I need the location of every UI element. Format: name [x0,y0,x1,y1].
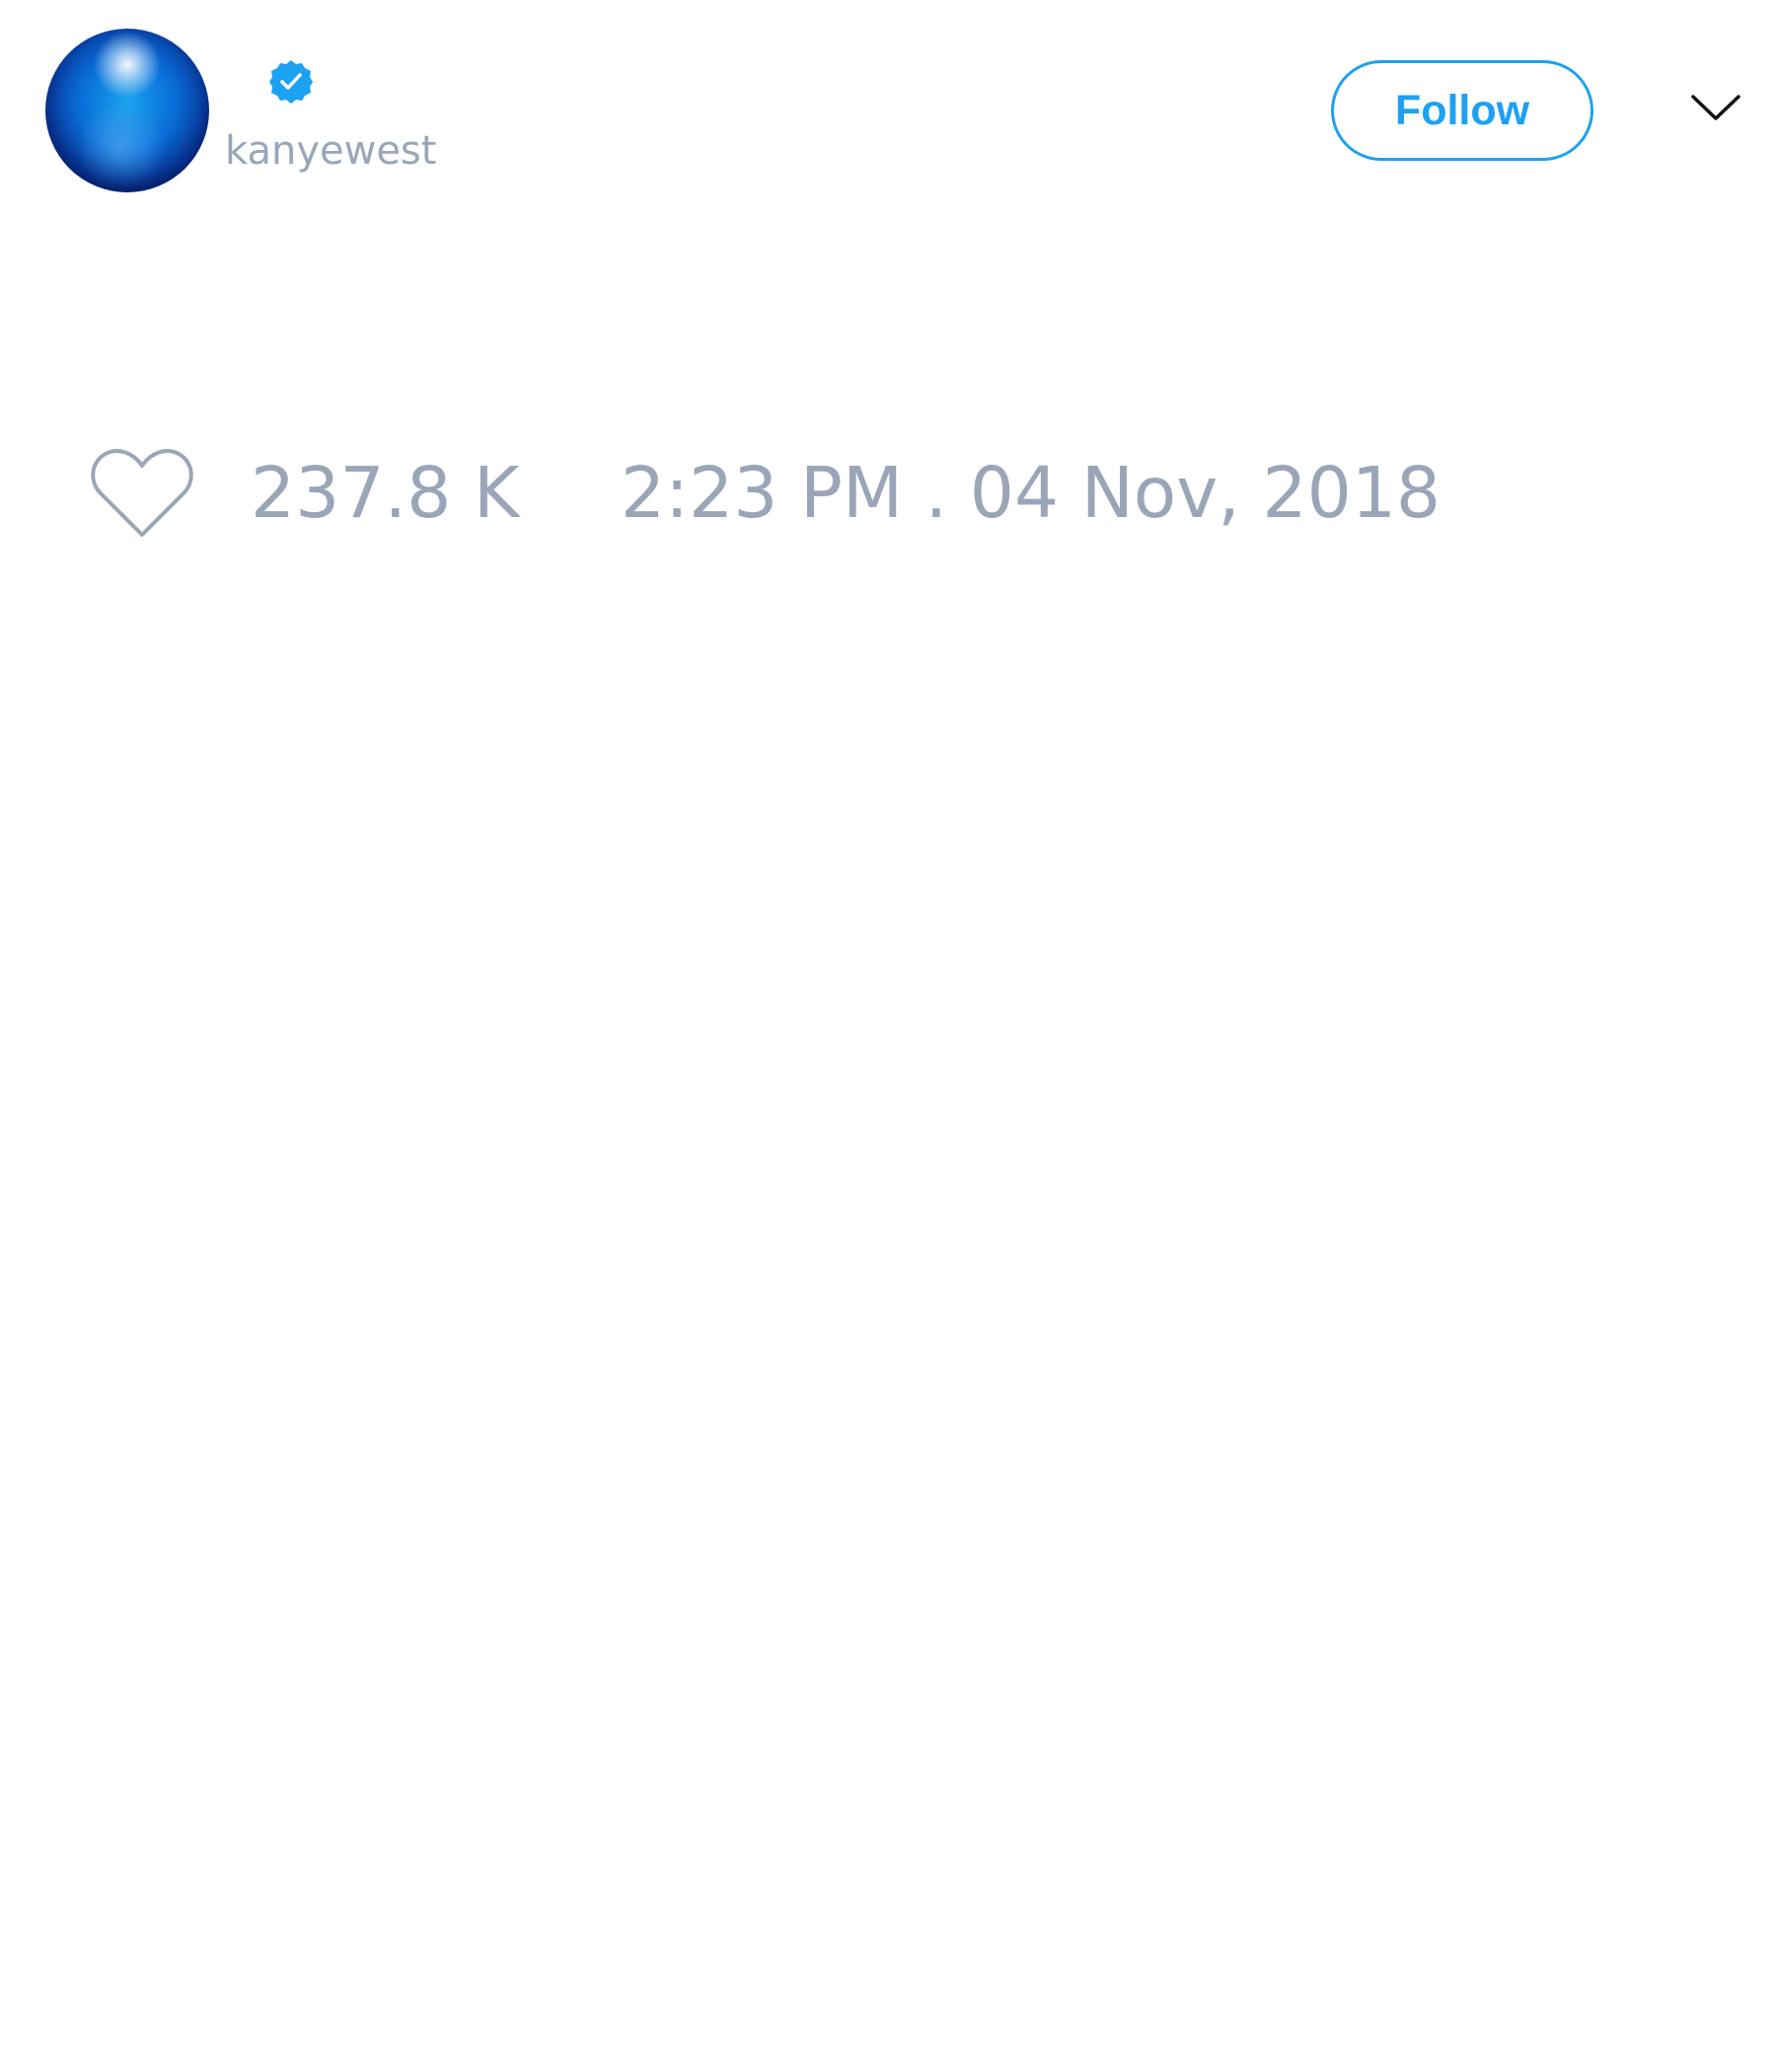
avatar[interactable] [45,29,209,192]
chevron-down-icon[interactable] [1689,91,1742,124]
username-handle[interactable]: kanyewest [225,126,436,176]
heart-icon[interactable] [89,444,195,543]
tweet-timestamp[interactable]: 2:23 PM . 04 Nov, 2018 [621,452,1441,535]
like-count: 237.8 K [251,452,520,534]
tweet-card: kanyewest Follow 237.8 K 2:23 PM . 04 No… [0,0,1776,2072]
verified-badge-icon [269,60,313,104]
follow-button[interactable]: Follow [1331,60,1593,161]
